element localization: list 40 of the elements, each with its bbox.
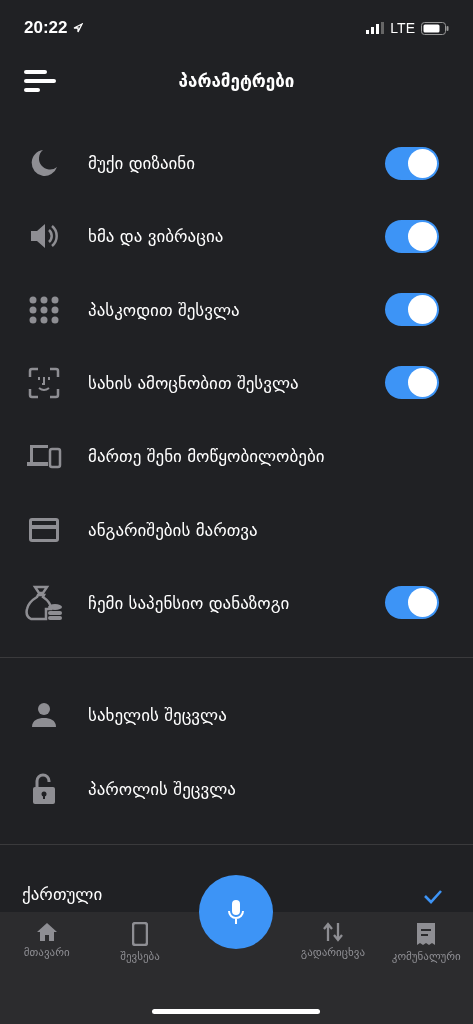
toggle-switch[interactable]	[385, 146, 439, 180]
status-time: 20:22	[24, 18, 68, 39]
phone-icon	[132, 921, 149, 946]
language-option[interactable]: ქართული	[22, 883, 103, 904]
toggle-switch[interactable]	[385, 366, 439, 400]
microphone-icon	[227, 898, 245, 925]
home-icon	[35, 921, 58, 942]
devices-icon	[26, 443, 62, 470]
toggle-switch[interactable]	[385, 586, 439, 620]
toggle-switch[interactable]	[385, 293, 439, 327]
setting-label[interactable]: სახის ამოცნობით შესვლა	[88, 372, 385, 393]
money-bag-icon	[25, 584, 63, 621]
toggle-switch[interactable]	[385, 219, 439, 253]
signal-icon	[366, 22, 385, 35]
tab-bar-item[interactable]: შევსება	[93, 921, 187, 963]
menu-icon[interactable]	[24, 69, 56, 94]
setting-label[interactable]: პასკოდით შესვლა	[88, 299, 385, 320]
keypad-icon	[29, 295, 59, 324]
tab-bar-item[interactable]: მთავარი	[0, 921, 94, 959]
card-icon	[28, 516, 60, 543]
setting-label[interactable]: მუქი დიზაინი	[88, 153, 385, 174]
receipt-icon	[416, 921, 437, 946]
location-arrow-icon	[73, 23, 84, 34]
transfer-arrows-icon	[321, 921, 344, 942]
person-icon	[31, 702, 57, 729]
network-type: LTE	[390, 20, 415, 37]
battery-icon	[421, 21, 449, 35]
setting-label[interactable]: ჩემი საპენსიო დანაზოგი	[88, 592, 385, 613]
tab-bar-item[interactable]: კომუნალური	[379, 921, 473, 963]
tab-bar-item[interactable]: გადარიცხვა	[286, 921, 380, 959]
face-scan-icon	[28, 366, 60, 399]
setting-label[interactable]: ანგარიშების მართვა	[88, 519, 439, 540]
speaker-icon	[29, 222, 59, 251]
account-option[interactable]: პაროლის შეცვლა	[88, 779, 439, 800]
screen-title: პარამეტრები	[178, 71, 295, 92]
account-option[interactable]: სახელის შეცვლა	[88, 705, 439, 726]
setting-label[interactable]: ხმა და ვიბრაცია	[88, 226, 385, 247]
moon-icon	[29, 148, 59, 179]
setting-label[interactable]: მართე შენი მოწყობილობები	[88, 446, 439, 467]
unlocked-padlock-icon	[31, 773, 57, 806]
